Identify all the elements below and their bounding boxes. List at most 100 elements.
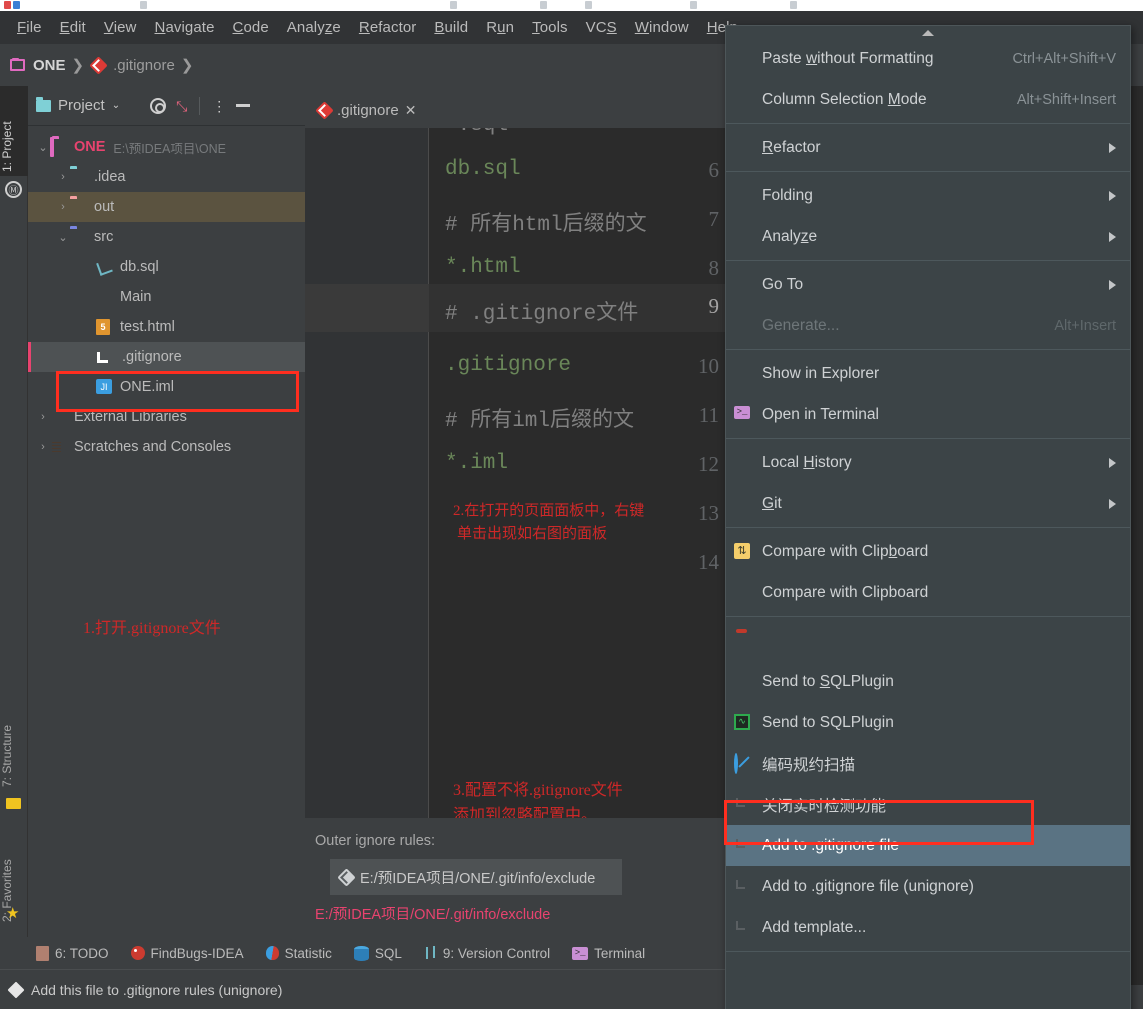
tree-node-src-label: src	[94, 229, 114, 245]
status-item-findbugs[interactable]: FindBugs-IDEA	[130, 946, 244, 961]
context-menu-scroll-up[interactable]	[726, 26, 1130, 38]
menu-separator	[726, 616, 1130, 617]
menu-item-generate-accel: Alt+Insert	[1054, 317, 1116, 334]
menu-item-refactor[interactable]: Refactor	[726, 127, 1130, 168]
tree-node-main[interactable]: Main	[28, 282, 305, 312]
menu-build[interactable]: Build	[425, 17, 477, 38]
menu-item-add-to-gitignore-file[interactable]: 关闭实时检测功能	[726, 784, 1130, 825]
menu-analyze[interactable]: Analyze	[278, 17, 350, 38]
menu-navigate[interactable]: Navigate	[146, 17, 224, 38]
status-item-statistic[interactable]: Statistic	[265, 946, 332, 961]
tree-node-one-iml[interactable]: JI ONE.iml	[28, 372, 305, 402]
no-icon	[734, 276, 756, 294]
outer-ignore-rules-item[interactable]: E:/预IDEA项目/ONE/.git/info/exclude	[330, 859, 622, 895]
editor-tab-gitignore[interactable]: .gitignore ✕	[315, 92, 417, 128]
menu-item-folding[interactable]: Folding	[726, 175, 1130, 216]
tree-node-one-label: ONE	[74, 139, 106, 155]
line-number-14: 14	[698, 550, 719, 574]
tree-node-one[interactable]: ⌄ ONE E:\预IDEA项目\ONE	[28, 132, 305, 162]
tool-window-project-label: 1: Project	[0, 121, 14, 172]
menu-item-local-history[interactable]: Local History	[726, 442, 1130, 483]
ban-icon	[734, 752, 756, 774]
meta-icon[interactable]: Ⓜ	[5, 181, 22, 198]
breadcrumb-separator-2: ❯	[180, 57, 194, 74]
menu-item-send-to-sqlplugin[interactable]: Send to SQLPlugin	[726, 661, 1130, 702]
tree-node-scratches[interactable]: › Scratches and Consoles	[28, 432, 305, 462]
menu-item-git[interactable]: Git	[726, 483, 1130, 524]
expand-arrow-icon[interactable]: ⌄	[36, 141, 50, 154]
menu-edit[interactable]: Edit	[51, 17, 95, 38]
menu-separator	[726, 438, 1130, 439]
status-item-sql[interactable]: SQL	[353, 945, 402, 961]
menu-item-column-selection-mode[interactable]: Column Selection Mode Alt+Shift+Insert	[726, 79, 1130, 120]
menu-item-create-user-template[interactable]: Add template...	[726, 907, 1130, 948]
window-title-strip	[0, 0, 1143, 11]
menu-item-add-to-gitignore-file-unignore[interactable]: Add to .gitignore file	[726, 825, 1130, 866]
chevron-down-icon: ⌄	[111, 100, 121, 111]
menu-item-code-convention-scan[interactable]: ∿ Send to SQLPlugin	[726, 702, 1130, 743]
expand-arrow-icon[interactable]: ›	[36, 411, 50, 423]
editor-context-menu[interactable]: Paste without Formatting Ctrl+Alt+Shift+…	[725, 25, 1131, 1009]
menu-item-generate: Generate... Alt+Insert	[726, 305, 1130, 346]
menu-item-open-in-terminal[interactable]: >_ Open in Terminal	[726, 394, 1130, 435]
tree-node-out[interactable]: › out	[28, 192, 305, 222]
menu-view[interactable]: View	[95, 17, 146, 38]
status-bar-hint: Add this file to .gitignore rules (unign…	[0, 969, 735, 1009]
editor-gutter[interactable]	[305, 128, 429, 818]
hide-icon[interactable]	[236, 104, 251, 107]
menu-vcs[interactable]: VCS	[577, 17, 626, 38]
outer-ignore-rules-tooltip: E:/预IDEA项目/ONE/.git/info/exclude	[315, 907, 551, 923]
menu-item-create-gist[interactable]: Open on GitHub	[726, 996, 1130, 1009]
tree-node-external-libraries[interactable]: › External Libraries	[28, 402, 305, 432]
menu-separator	[726, 260, 1130, 261]
menu-item-add-template[interactable]: Add to .gitignore file (unignore)	[726, 866, 1130, 907]
tree-node-src[interactable]: ⌄ src	[28, 222, 305, 252]
project-view-selector[interactable]: Project ⌄	[36, 96, 121, 114]
tool-window-project[interactable]: 1: Project	[0, 86, 28, 176]
status-item-terminal[interactable]: >_ Terminal	[572, 946, 645, 961]
project-panel-title: Project	[58, 97, 105, 114]
no-icon	[734, 454, 756, 472]
expand-arrow-icon[interactable]: ⌄	[56, 231, 70, 244]
expand-arrow-icon[interactable]: ›	[56, 201, 70, 213]
expand-arrow-icon[interactable]: ›	[36, 441, 50, 453]
no-icon	[734, 317, 756, 335]
collapse-all-icon[interactable]: ⤡	[176, 99, 187, 113]
menu-window[interactable]: Window	[626, 17, 698, 38]
kebab-menu-icon[interactable]: ⋮	[212, 99, 226, 113]
code-editor[interactable]: *.sql 6 7 8 9 10 11 12 13 14 db.sql # 所有…	[305, 128, 735, 818]
menu-item-disable-realtime-detection[interactable]: 编码规约扫描	[726, 743, 1130, 784]
menu-item-paste-without-formatting[interactable]: Paste without Formatting Ctrl+Alt+Shift+…	[726, 38, 1130, 79]
menu-item-git-label: Git	[762, 494, 782, 512]
tree-node-db-sql[interactable]: db.sql	[28, 252, 305, 282]
menu-refactor[interactable]: Refactor	[350, 17, 426, 38]
menu-run[interactable]: Run	[477, 17, 523, 38]
menu-code[interactable]: Code	[224, 17, 278, 38]
menu-item-compare-with-clipboard[interactable]: ⇅ Compare with Clipboard	[726, 531, 1130, 572]
status-item-version-control[interactable]: 9: Version Control	[424, 946, 550, 961]
menu-item-open-on-github[interactable]	[726, 955, 1130, 996]
tree-node-idea[interactable]: › .idea	[28, 162, 305, 192]
menu-item-show-in-explorer[interactable]: Show in Explorer	[726, 353, 1130, 394]
close-icon[interactable]: ✕	[405, 102, 417, 119]
menu-item-column-selection-mode-label: Column Selection Mode	[762, 90, 927, 108]
tree-node-test-html[interactable]: 5 test.html	[28, 312, 305, 342]
submenu-arrow-icon	[1109, 231, 1116, 242]
target-icon[interactable]	[150, 97, 167, 114]
tree-node-gitignore[interactable]: .gitignore	[28, 342, 305, 372]
breadcrumb-file[interactable]: .gitignore	[113, 57, 175, 74]
annotation-step-2-line-1: 2.在打开的页面面板中，右键	[453, 503, 645, 519]
menu-item-add-template-label: Add to .gitignore file (unignore)	[762, 877, 974, 895]
menu-tools[interactable]: Tools	[523, 17, 577, 38]
menu-item-file-encoding[interactable]: Compare with Clipboard	[726, 572, 1130, 613]
expand-arrow-icon[interactable]: ›	[56, 171, 70, 183]
gitignore-file-icon	[7, 981, 25, 998]
tool-window-structure[interactable]: 7: Structure	[0, 691, 28, 791]
menu-item-go-to[interactable]: Go To	[726, 264, 1130, 305]
menu-file[interactable]: File	[8, 17, 51, 38]
menu-item-analyze[interactable]: Analyze	[726, 216, 1130, 257]
status-item-todo[interactable]: 6: TODO	[36, 945, 109, 961]
menu-item-restore-sql-from-selection[interactable]	[726, 620, 1130, 661]
tree-node-gitignore-label: .gitignore	[122, 349, 182, 365]
breadcrumb-project[interactable]: ONE	[33, 57, 66, 74]
